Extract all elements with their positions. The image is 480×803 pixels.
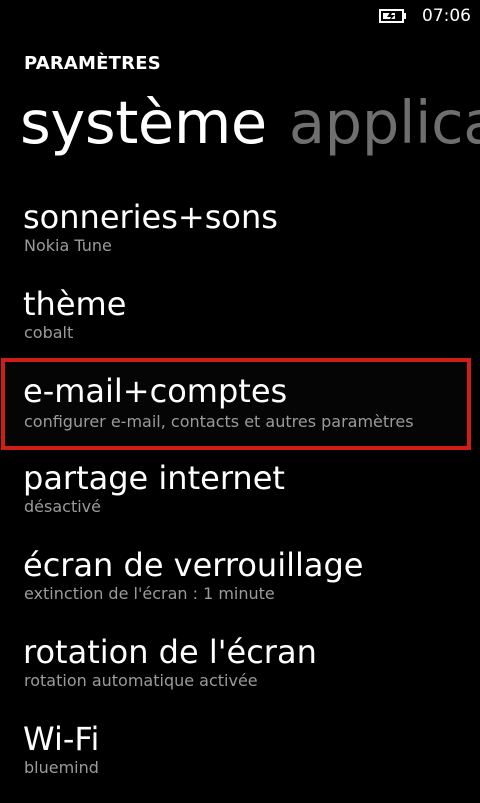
settings-item-title: écran de verrouillage [23,546,364,584]
settings-item-lock-screen[interactable]: écran de verrouillage extinction de l'éc… [0,545,480,629]
settings-item-ringtones-sounds[interactable]: sonneries+sons Nokia Tune [0,197,480,281]
settings-item-title: partage internet [23,459,285,497]
settings-item-title: e-mail+comptes [23,372,288,410]
settings-item-subtitle: rotation automatique activée [24,671,258,690]
settings-item-subtitle: configurer e-mail, contacts et autres pa… [24,412,414,431]
settings-item-title: thème [23,285,127,323]
settings-item-title: sonneries+sons [23,198,278,236]
settings-item-screen-rotation[interactable]: rotation de l'écran rotation automatique… [0,632,480,716]
settings-item-internet-sharing[interactable]: partage internet désactivé [0,458,480,542]
battery-charging-icon [379,9,406,23]
pivot-tab-applications[interactable]: applications [289,84,480,162]
settings-item-title: Wi-Fi [23,720,100,758]
app-title: PARAMÈTRES [24,53,161,74]
settings-item-subtitle: cobalt [24,323,74,342]
settings-item-title: rotation de l'écran [23,633,317,671]
status-bar: 07:06 [0,0,480,32]
pivot-tab-system[interactable]: système [20,84,267,162]
settings-item-subtitle: Nokia Tune [24,236,112,255]
settings-item-subtitle: extinction de l'écran : 1 minute [24,584,275,603]
settings-item-subtitle: bluemind [24,758,99,777]
pivot-header[interactable]: système applications [20,84,480,164]
settings-item-theme[interactable]: thème cobalt [0,284,480,368]
status-time: 07:06 [422,6,471,26]
settings-item-email-accounts[interactable]: e-mail+comptes configurer e-mail, contac… [0,358,480,450]
settings-item-subtitle: désactivé [24,497,101,516]
settings-item-wifi[interactable]: Wi-Fi bluemind [0,719,480,803]
